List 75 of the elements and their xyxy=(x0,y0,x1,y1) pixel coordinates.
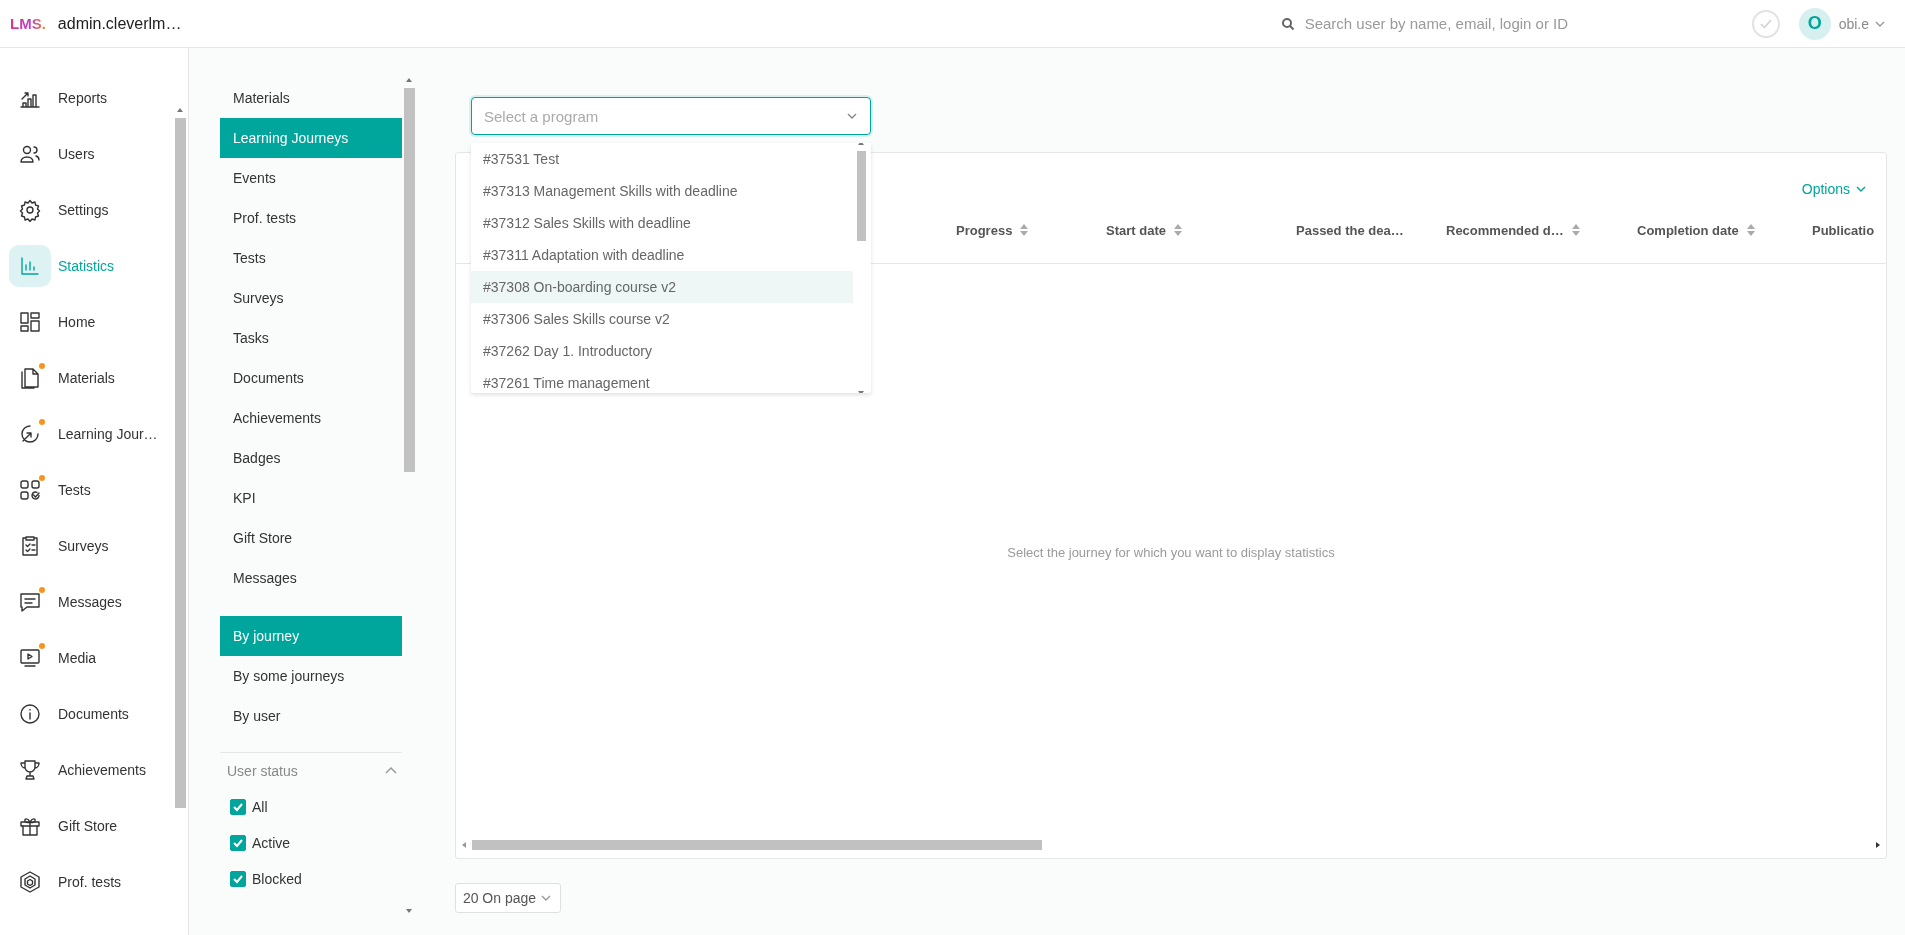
section-item[interactable]: Documents xyxy=(220,358,402,398)
filter-title: User status xyxy=(227,763,298,779)
search-icon xyxy=(1280,16,1295,31)
dropdown-option[interactable]: #37262 Day 1. Introductory xyxy=(471,335,853,367)
scrollbar-thumb[interactable] xyxy=(857,151,866,241)
trophy-icon xyxy=(18,758,42,782)
section-item[interactable]: Achievements xyxy=(220,398,402,438)
chat-icon xyxy=(18,590,42,614)
user-menu[interactable]: obi.e xyxy=(1838,15,1887,32)
check-circle-icon[interactable] xyxy=(1750,8,1781,39)
dropdown-option[interactable]: #37306 Sales Skills course v2 xyxy=(471,303,853,335)
page-size-button[interactable]: 20 On page xyxy=(455,883,561,913)
scrollbar-thumb[interactable] xyxy=(404,88,415,472)
hexagon-icon xyxy=(18,870,42,894)
nav-item[interactable]: Surveys xyxy=(0,518,168,574)
scrollbar-thumb[interactable] xyxy=(175,118,186,808)
scrollbar-thumb[interactable] xyxy=(472,840,1042,850)
column-header[interactable]: Progress xyxy=(956,222,1013,238)
nav-item[interactable]: Home xyxy=(0,294,168,350)
column-header[interactable]: Completion date xyxy=(1637,222,1739,238)
dropdown-option[interactable]: #37312 Sales Skills with deadline xyxy=(471,207,853,239)
checkbox[interactable] xyxy=(230,835,246,851)
sort-icon[interactable] xyxy=(1746,224,1755,236)
column-header[interactable]: Passed the dea… xyxy=(1296,222,1404,238)
nav-item[interactable]: Messages xyxy=(0,574,168,630)
checkbox-label: Active xyxy=(252,835,291,851)
nav-item[interactable]: Settings xyxy=(0,182,168,238)
sort-icon[interactable] xyxy=(1571,224,1580,236)
report-type-item[interactable]: By user xyxy=(220,696,402,736)
tiles-icon xyxy=(18,478,42,502)
column-header[interactable]: Start date xyxy=(1106,222,1166,238)
dropdown-option[interactable]: #37313 Management Skills with deadline xyxy=(471,175,853,207)
bar-chart-icon xyxy=(18,254,42,278)
program-select[interactable]: Select a program xyxy=(471,97,871,135)
nav-item[interactable]: Materials xyxy=(0,350,168,406)
document-icon xyxy=(18,366,42,390)
section-item[interactable]: Tests xyxy=(220,238,402,278)
nav-item[interactable]: Media xyxy=(0,630,168,686)
checkbox-label: Blocked xyxy=(252,871,302,887)
nav-item[interactable]: Reports xyxy=(0,70,168,126)
dropdown-option[interactable]: #37311 Adaptation with deadline xyxy=(471,239,853,271)
nav-item[interactable]: Users xyxy=(0,126,168,182)
dropdown-option[interactable]: #37261 Time management xyxy=(471,367,853,393)
dashboard-icon xyxy=(18,310,42,334)
sort-icon[interactable] xyxy=(1020,224,1029,236)
sort-icon[interactable] xyxy=(1173,224,1182,236)
section-item[interactable]: Materials xyxy=(220,78,402,118)
search-field[interactable]: Search user by name, email, login or ID xyxy=(1304,15,1725,32)
column-header[interactable]: Publicatio xyxy=(1812,222,1875,238)
section-item[interactable]: Messages xyxy=(220,558,402,598)
section-item[interactable]: Badges xyxy=(220,438,402,478)
video-icon xyxy=(18,646,42,670)
nav-item[interactable]: Gift Store xyxy=(0,798,168,854)
section-item[interactable]: Tasks xyxy=(220,318,402,358)
nav-item[interactable]: Prof. tests xyxy=(0,854,168,910)
section-item[interactable]: Events xyxy=(220,158,402,198)
empty-message: Select the journey for which you want to display statistics xyxy=(1007,544,1335,560)
report-type-item[interactable]: By some journeys xyxy=(220,656,402,696)
gear-icon xyxy=(18,198,42,222)
section-item[interactable]: Gift Store xyxy=(220,518,402,558)
section-item[interactable]: KPI xyxy=(220,478,402,518)
info-icon xyxy=(18,702,42,726)
checkbox[interactable] xyxy=(230,799,246,815)
nav-item[interactable]: Learning Jour… xyxy=(0,406,168,462)
dropdown-option[interactable]: #37308 On-boarding course v2 xyxy=(471,271,853,303)
nav-item[interactable]: Tests xyxy=(0,462,168,518)
nav-item[interactable]: Documents xyxy=(0,686,168,742)
checkbox[interactable] xyxy=(230,871,246,887)
column-header[interactable]: Recommended d… xyxy=(1446,222,1564,238)
dropdown-option[interactable]: #37531 Test xyxy=(471,143,853,175)
section-item[interactable]: Prof. tests xyxy=(220,198,402,238)
site-name: admin.cleverlm… xyxy=(57,14,182,33)
section-item[interactable]: Surveys xyxy=(220,278,402,318)
checkbox-label: All xyxy=(252,799,268,815)
nav-item[interactable]: Achievements xyxy=(0,742,168,798)
